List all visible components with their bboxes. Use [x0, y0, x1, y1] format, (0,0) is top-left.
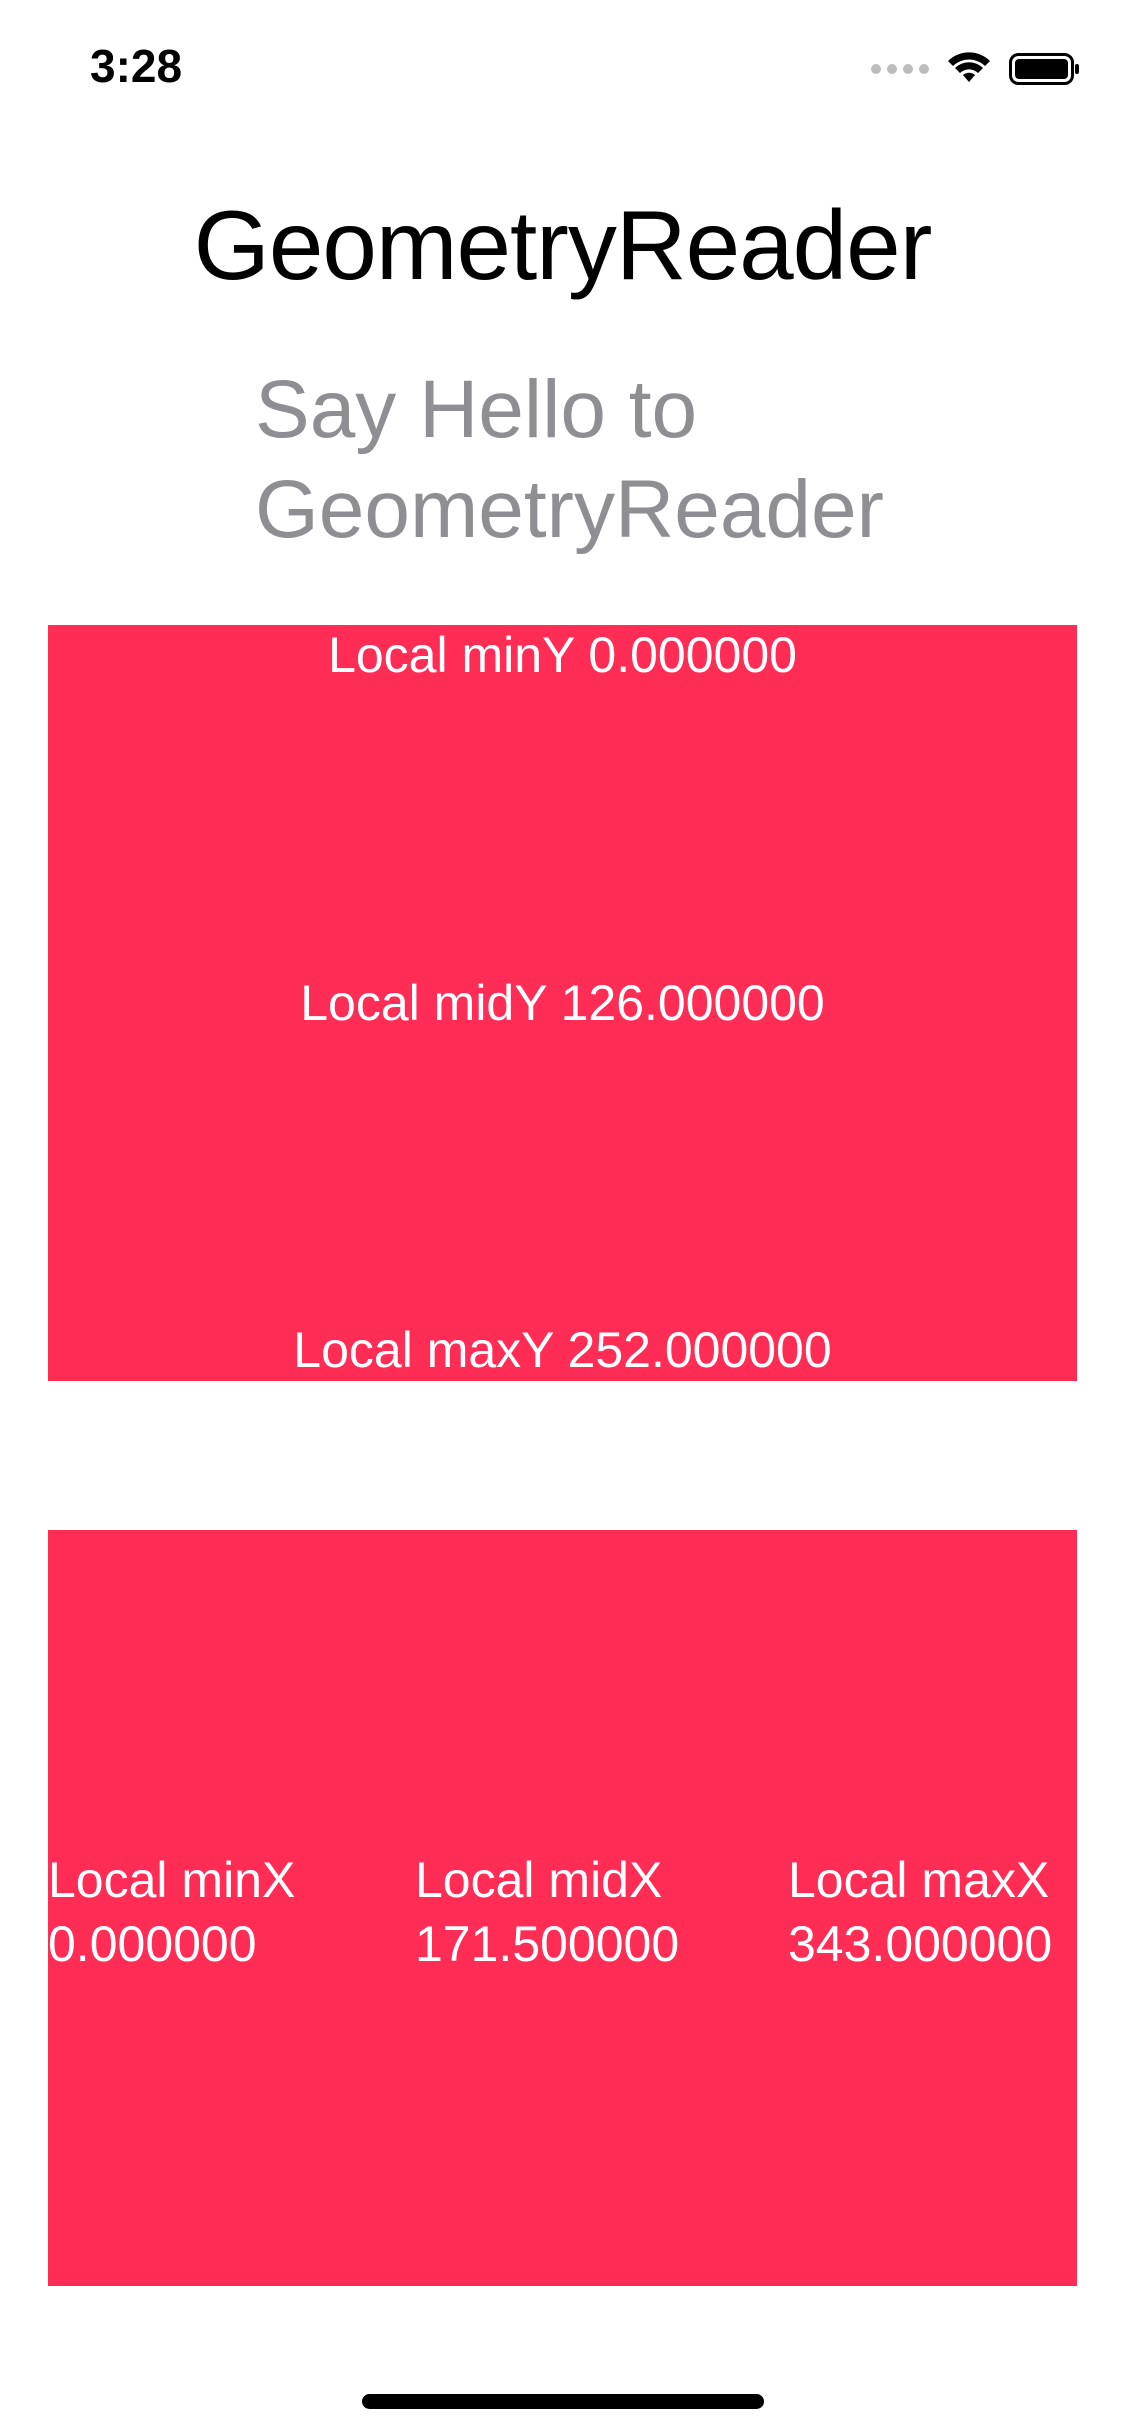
local-midx-label: Local midX 171.500000 [415, 1848, 679, 1976]
local-maxx-value: 343.000000 [788, 1916, 1053, 1972]
local-minx-value: 0.000000 [48, 1916, 257, 1972]
local-midx-value: 171.500000 [415, 1916, 680, 1972]
subtitle: Say Hello to GeometryReader [255, 364, 884, 555]
wifi-icon [948, 52, 990, 82]
status-icons [871, 44, 1081, 94]
home-indicator[interactable] [362, 2394, 764, 2409]
geometry-y-panel: Local minY 0.000000 Local midY 126.00000… [48, 625, 1077, 1381]
page-title: GeometryReader [193, 190, 933, 300]
local-midy-label: Local midY 126.000000 [300, 975, 825, 1031]
local-maxx-label: Local maxX 343.000000 [788, 1848, 1052, 1976]
local-midx-title: Local midX [415, 1852, 663, 1908]
local-miny-label: Local minY 0.000000 [328, 627, 797, 683]
geometry-x-panel: Local minX 0.000000 Local midX 171.50000… [48, 1530, 1077, 2286]
local-minx-title: Local minX [48, 1852, 296, 1908]
battery-icon [1009, 53, 1079, 85]
status-time: 3:28 [90, 40, 183, 92]
signal-dots-icon [871, 64, 929, 74]
local-maxx-title: Local maxX [788, 1852, 1050, 1908]
local-minx-label: Local minX 0.000000 [48, 1848, 295, 1976]
local-maxy-label: Local maxY 252.000000 [293, 1322, 832, 1378]
